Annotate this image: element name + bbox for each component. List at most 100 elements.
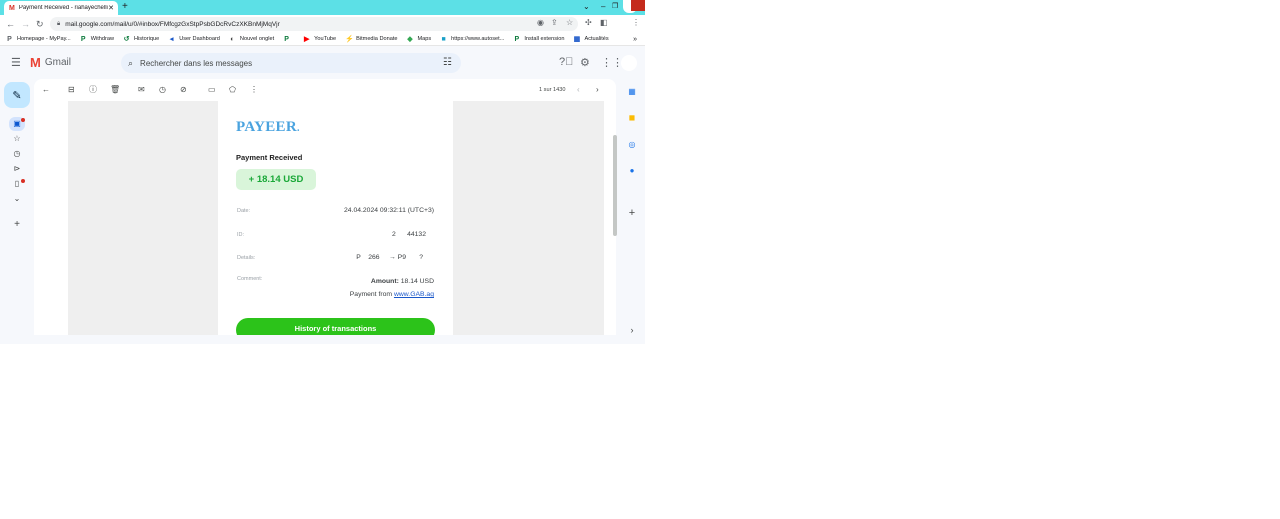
get-addons-plus-icon[interactable]: + <box>627 208 637 219</box>
back-to-inbox-icon[interactable]: ← <box>42 84 50 96</box>
create-label-plus-icon[interactable]: + <box>11 219 23 230</box>
amount-label: Amount: <box>370 278 399 285</box>
lock-icon: 🔒︎ <box>57 20 61 27</box>
show-side-panel-chevron-icon[interactable]: › <box>627 325 637 335</box>
address-bar-row: ← → ↻ 🔒︎ mail.google.com/mail/u/0/#inbox… <box>0 15 645 33</box>
bookmarks-overflow-button[interactable]: » <box>633 33 637 45</box>
keep-icon[interactable]: ◼ <box>627 113 637 123</box>
starred-icon[interactable]: ☆ <box>11 134 23 143</box>
tasks-icon[interactable]: ◎ <box>627 140 637 150</box>
bookmark-item[interactable]: ▶ YouTube <box>303 36 336 43</box>
bookmark-item[interactable]: P <box>283 36 294 43</box>
bookmark-favicon-icon: ◐ <box>230 35 235 43</box>
older-chevron-icon[interactable]: › <box>596 84 599 96</box>
details-label: Details: <box>237 255 256 261</box>
forward-arrow-icon[interactable]: → <box>21 17 30 31</box>
pencil-icon: ✎ <box>12 89 22 102</box>
share-icon[interactable]: ⇪ <box>551 18 558 27</box>
bookmark-item[interactable]: ↺ Historique <box>123 35 160 43</box>
snoozed-clock-icon[interactable]: ◷ <box>11 149 23 158</box>
bookmark-item[interactable]: ■ https://www.autoset... <box>440 35 505 43</box>
tab-strip: M Payment Received - riahayechelli ✕ + ⌄… <box>0 0 645 15</box>
url-text: mail.google.com/mail/u/0/#inbox/FMfcgzGx… <box>65 20 280 28</box>
search-icon[interactable]: ⌕ <box>128 58 133 69</box>
tab-close-icon[interactable]: ✕ <box>108 4 114 12</box>
tab-title: Payment Received - riahayechelli <box>18 5 108 11</box>
reload-icon[interactable]: ↻ <box>36 17 44 31</box>
bookmark-item[interactable]: ◆ Maps <box>406 36 431 43</box>
bookmark-item[interactable]: P Install extension <box>513 35 565 43</box>
tab-active[interactable]: M Payment Received - riahayechelli ✕ <box>4 1 118 15</box>
youtube-icon: ▶ <box>303 35 310 43</box>
bookmark-star-icon[interactable]: ☆ <box>566 18 573 27</box>
bookmark-favicon-icon: ◂ <box>169 35 174 43</box>
bookmark-item[interactable]: ◐ Nouvel onglet <box>229 36 274 43</box>
contacts-icon[interactable]: ● <box>627 166 637 176</box>
add-to-tasks-icon[interactable]: ⊘ <box>180 84 187 96</box>
more-chevron-icon[interactable]: ⌄ <box>11 194 23 203</box>
payeer-email-card: PAYEER. Payment Received + 18.14 USD Dat… <box>218 101 453 335</box>
payment-from-link[interactable]: www.GAB.ag <box>394 291 434 298</box>
restore-icon[interactable]: ❐ <box>612 1 618 13</box>
message-panel: ← ⊟ ⓘ 🗑︎ ✉ ◷ ⊘ ▭ ⬠ ⋮ 1 sur 1430 ‹ › PAYE… <box>34 79 616 335</box>
apps-grid-icon[interactable]: ⋮⋮ <box>601 56 623 69</box>
bookmark-favicon-icon: P <box>514 35 520 43</box>
bookmark-item[interactable]: ▦ Actualités <box>573 35 609 43</box>
newer-chevron-icon[interactable]: ‹ <box>577 84 580 96</box>
browser-window: M Payment Received - riahayechelli ✕ + ⌄… <box>0 0 645 344</box>
compose-button[interactable]: ✎ <box>4 82 30 108</box>
bookmark-favicon-icon: P <box>7 35 12 43</box>
main-menu-icon[interactable]: ☰ <box>11 56 21 69</box>
label-icon[interactable]: ⬠ <box>229 84 236 96</box>
side-panel-icon[interactable]: ◧ <box>600 18 608 27</box>
settings-gear-icon[interactable]: ⚙ <box>580 56 590 69</box>
minimize-icon[interactable]: – <box>601 1 605 13</box>
search-options-icon[interactable]: ☷ <box>443 57 452 68</box>
message-toolbar: ← ⊟ ⓘ 🗑︎ ✉ ◷ ⊘ ▭ ⬠ ⋮ 1 sur 1430 ‹ › <box>34 79 616 101</box>
archive-icon[interactable]: ⊟ <box>68 84 75 96</box>
avatar[interactable] <box>621 55 637 71</box>
new-tab-button[interactable]: + <box>122 1 128 13</box>
eye-icon[interactable]: ◉ <box>537 18 544 27</box>
more-options-icon[interactable]: ⋮ <box>250 84 258 96</box>
id-value: 2 44132 <box>391 231 426 238</box>
report-spam-icon[interactable]: ⓘ <box>89 84 97 96</box>
maps-pin-icon: ◆ <box>407 35 413 43</box>
window-close-button[interactable] <box>631 0 645 11</box>
bookmark-item[interactable]: P Homepage - MyPay... <box>6 36 71 43</box>
calendar-icon[interactable]: ▦ <box>627 87 637 97</box>
browser-menu-icon[interactable]: ⋮ <box>632 18 640 27</box>
bookmark-favicon-icon: P <box>284 35 289 43</box>
payment-from-line: Payment from www.GAB.ag <box>350 291 434 298</box>
bookmark-item[interactable]: P Withdraw <box>80 36 114 43</box>
payeer-logo: PAYEER. <box>236 119 300 135</box>
date-label: Date: <box>237 208 251 214</box>
comment-label: Comment: <box>237 276 263 282</box>
history-of-transactions-button[interactable]: History of transactions <box>236 318 435 335</box>
inbox-unread-dot <box>21 118 25 122</box>
omnibox[interactable]: 🔒︎ mail.google.com/mail/u/0/#inbox/FMfcg… <box>50 17 578 31</box>
search-input[interactable]: ⌕ Rechercher dans les messages ☷ <box>121 53 461 73</box>
mark-unread-icon[interactable]: ✉ <box>138 84 145 96</box>
gmail-header: ☰ M Gmail ⌕ Rechercher dans les messages… <box>0 47 645 79</box>
gmail-logo[interactable]: M Gmail <box>30 56 71 69</box>
snooze-icon[interactable]: ◷ <box>159 84 166 96</box>
news-icon: ▦ <box>573 35 581 43</box>
payment-from-label: Payment from <box>349 291 394 298</box>
bookmark-favicon-icon: ■ <box>441 35 446 43</box>
bookmark-item[interactable]: ◂ User Dashboard <box>168 36 220 43</box>
back-arrow-icon[interactable]: ← <box>6 17 15 31</box>
bookmark-item[interactable]: ⚡ Bitmedia Donate <box>345 36 397 43</box>
bookmark-favicon-icon: ↺ <box>123 35 130 43</box>
gmail-logo-text: Gmail <box>44 57 71 68</box>
delete-trash-icon[interactable]: 🗑︎ <box>110 84 120 96</box>
extensions-puzzle-icon[interactable]: ✣ <box>585 18 592 27</box>
help-icon[interactable]: ?⃝ <box>559 56 573 68</box>
tab-search-chevron-icon[interactable]: ⌄ <box>583 1 590 13</box>
side-panel: ▦ ◼ ◎ ● + › <box>621 79 645 344</box>
pagination-text: 1 sur 1430 <box>539 87 566 93</box>
sent-icon[interactable]: ⊳ <box>11 164 23 173</box>
move-to-folder-icon[interactable]: ▭ <box>208 84 216 96</box>
message-scrollbar[interactable] <box>613 135 617 236</box>
bookmarks-bar: P Homepage - MyPay... P Withdraw ↺ Historiq… <box>0 33 645 46</box>
